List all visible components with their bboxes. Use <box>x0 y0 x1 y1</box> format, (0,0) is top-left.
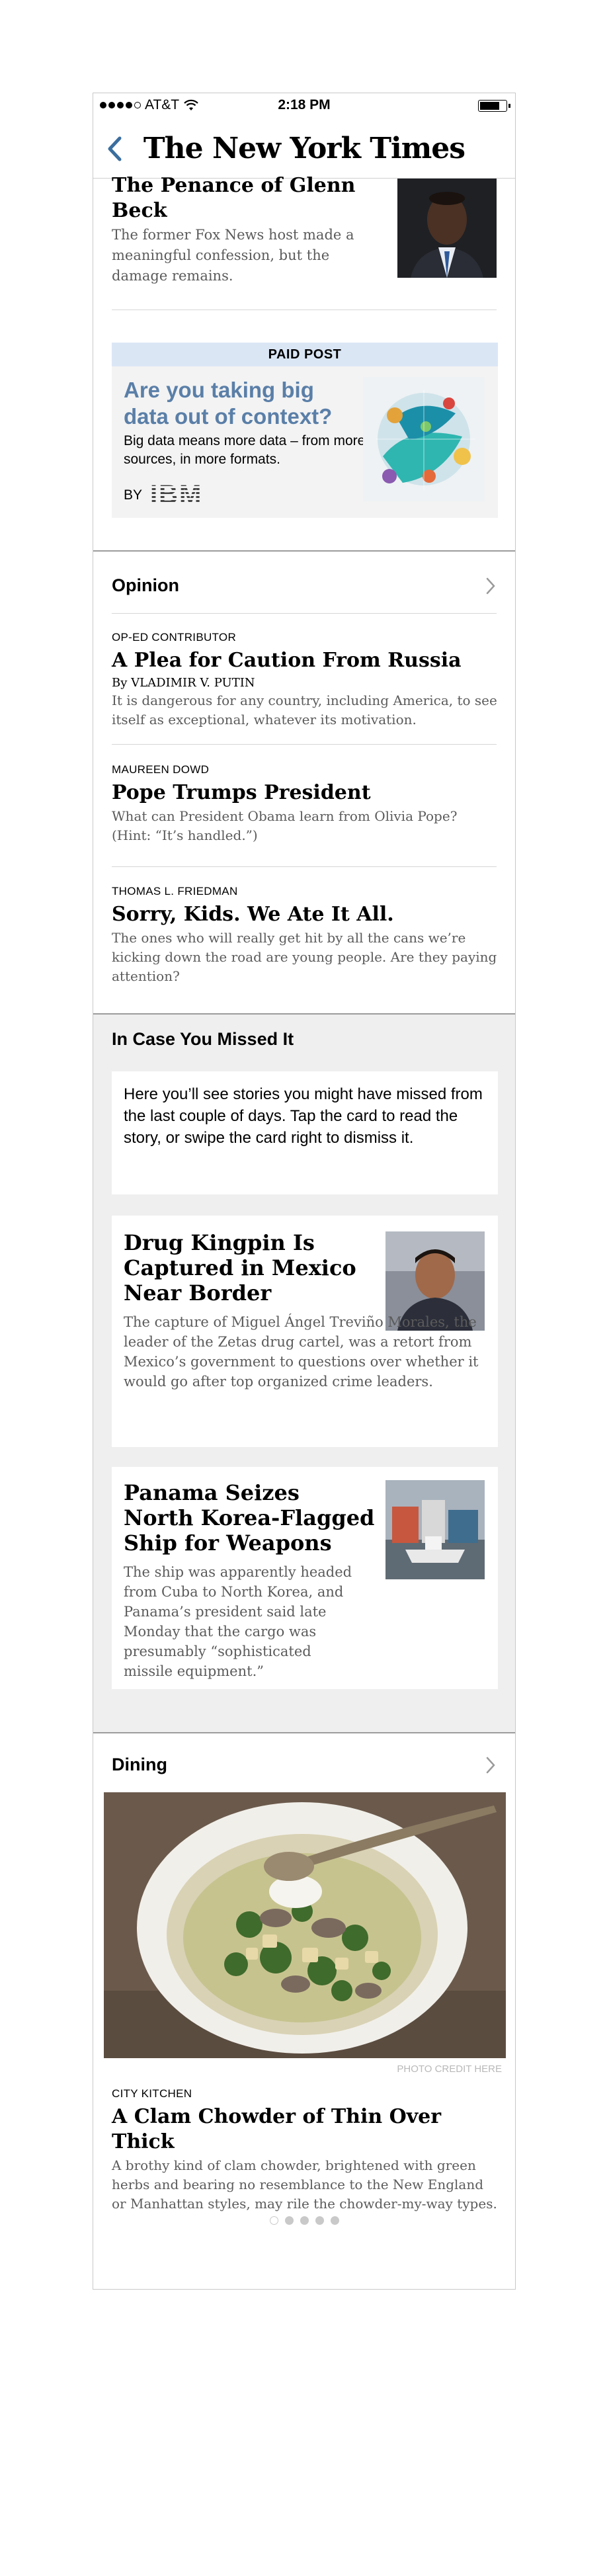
dining-photo[interactable] <box>104 1792 506 2058</box>
phone-screen: AT&T 2:18 PM The New York Times The Pena… <box>93 93 516 2290</box>
feed: The Penance of Glenn Beck The former Fox… <box>93 174 515 2225</box>
divider <box>112 744 497 745</box>
article-byline: By VLADIMIR V. PUTIN <box>112 676 255 690</box>
icymi-intro-card[interactable]: Here you’ll see stories you might have m… <box>112 1071 498 1194</box>
icymi-section: In Case You Missed It Here you’ll see st… <box>93 1015 515 1732</box>
paid-post-body: Big data means more data – from more sou… <box>124 433 366 467</box>
photo-credit: PHOTO CREDIT HERE <box>397 2063 502 2075</box>
article-title[interactable]: A Plea for Caution From Russia <box>112 648 498 673</box>
article-title[interactable]: Pope Trumps President <box>112 780 498 806</box>
paid-post-ad[interactable]: PAID POST Are you taking big data out of… <box>112 343 498 518</box>
divider <box>112 613 497 614</box>
paid-post-headline[interactable]: Are you taking big data out of context? <box>124 377 362 430</box>
top-story-title[interactable]: The Penance of Glenn Beck <box>112 173 389 224</box>
nav-bar: The New York Times <box>93 120 515 179</box>
section-divider <box>93 550 515 552</box>
story-card[interactable]: Drug Kingpin Is Captured in Mexico Near … <box>112 1216 498 1447</box>
top-story-photo <box>397 179 497 278</box>
status-time: 2:18 PM <box>278 97 331 112</box>
card-title[interactable]: Panama Seizes North Korea-Flagged Ship f… <box>124 1480 375 1556</box>
article-summary: A brothy kind of clam chowder, brightene… <box>112 2157 497 2212</box>
paid-post-sponsor: BY IBM <box>124 480 202 510</box>
article-summary: It is dangerous for any country, includi… <box>112 692 497 727</box>
story-card[interactable]: Panama Seizes North Korea-Flagged Ship f… <box>112 1467 498 1689</box>
article-kicker: MAUREEN DOWD <box>112 763 210 776</box>
divider <box>112 866 497 867</box>
section-divider <box>93 1732 515 1733</box>
ibm-logo: IBM <box>150 480 203 509</box>
top-story[interactable]: The Penance of Glenn Beck The former Fox… <box>93 174 515 310</box>
opinion-section-heading[interactable]: Opinion <box>112 575 179 596</box>
masthead-logo: The New York Times <box>143 132 465 165</box>
paid-post-illustration <box>363 377 485 501</box>
card-summary: The capture of Miguel Ángel Treviño Mora… <box>124 1314 479 1390</box>
card-photo <box>385 1480 485 1579</box>
opinion-article[interactable]: OP-ED CONTRIBUTOR A Plea for Caution Fro… <box>112 631 498 729</box>
top-story-summary: The former Fox News host made a meaningf… <box>112 227 354 284</box>
card-title[interactable]: Drug Kingpin Is Captured in Mexico Near … <box>124 1230 375 1306</box>
opinion-article[interactable]: THOMAS L. FRIEDMAN Sorry, Kids. We Ate I… <box>112 885 498 986</box>
status-bar: AT&T 2:18 PM <box>93 93 515 120</box>
chevron-right-icon[interactable] <box>485 576 497 596</box>
dining-section-heading[interactable]: Dining <box>112 1755 167 1775</box>
icymi-section-heading: In Case You Missed It <box>112 1029 294 1049</box>
article-title[interactable]: A Clam Chowder of Thin Over Thick <box>112 2104 498 2155</box>
article-kicker: CITY KITCHEN <box>112 2087 192 2100</box>
article-kicker: THOMAS L. FRIEDMAN <box>112 885 238 897</box>
article-summary: The ones who will really get hit by all … <box>112 930 497 984</box>
card-summary: The ship was apparently headed from Cuba… <box>124 1564 352 1679</box>
paid-post-label: PAID POST <box>112 343 498 366</box>
battery-icon <box>478 100 510 112</box>
icymi-intro-text: Here you’ll see stories you might have m… <box>124 1085 483 1147</box>
chevron-right-icon[interactable] <box>485 1755 497 1775</box>
page-dot[interactable] <box>300 2216 309 2225</box>
page-dot[interactable] <box>315 2216 324 2225</box>
article-kicker: OP-ED CONTRIBUTOR <box>112 631 237 644</box>
opinion-article[interactable]: MAUREEN DOWD Pope Trumps President What … <box>112 763 498 845</box>
paid-post-by: BY <box>124 487 143 503</box>
page-dot[interactable] <box>330 2216 339 2225</box>
page-indicator[interactable] <box>93 2216 515 2225</box>
article-title[interactable]: Sorry, Kids. We Ate It All. <box>112 902 498 927</box>
dining-article[interactable]: CITY KITCHEN A Clam Chowder of Thin Over… <box>112 2087 498 2214</box>
page-dot[interactable] <box>284 2216 294 2225</box>
page-dot[interactable] <box>269 2216 278 2225</box>
article-summary: What can President Obama learn from Oliv… <box>112 808 458 843</box>
